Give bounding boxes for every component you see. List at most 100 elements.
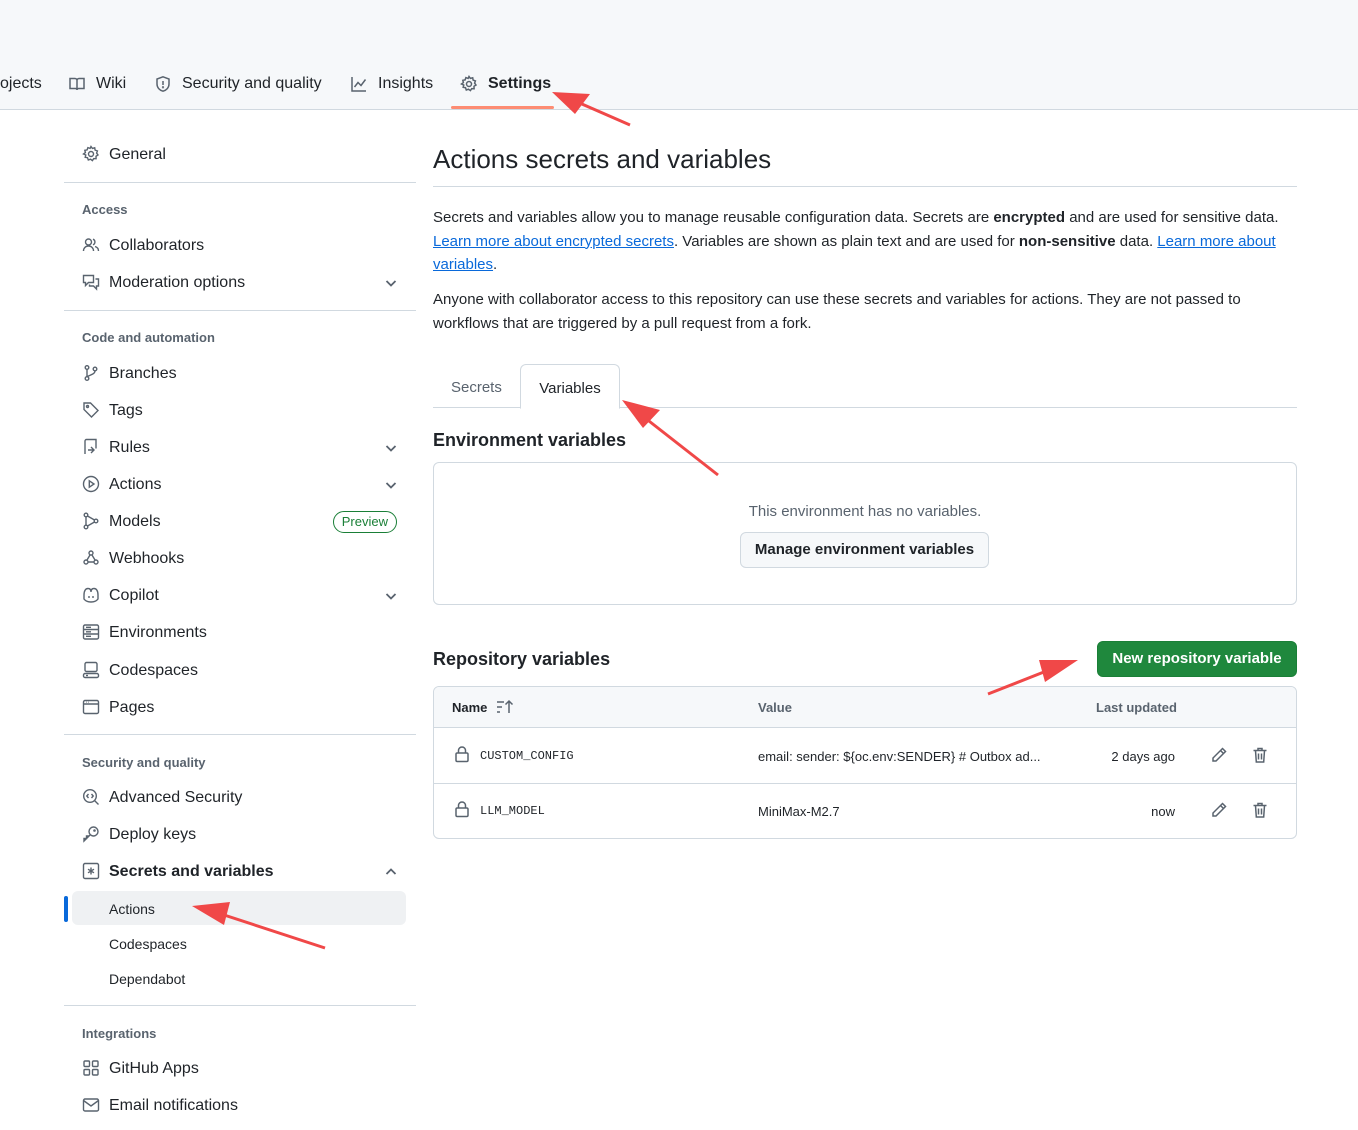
text: . Variables are shown as plain text and … — [673, 232, 1019, 250]
divider — [64, 182, 416, 183]
play-icon — [82, 475, 100, 493]
tab-variables[interactable]: Variables — [520, 364, 620, 409]
sidebar-item-github-apps[interactable]: GitHub Apps — [64, 1053, 416, 1085]
column-header-last-updated: Last updated — [1096, 700, 1177, 715]
table-header: Name Value Last updated — [434, 687, 1296, 728]
new-repository-variable-button[interactable]: New repository variable — [1097, 641, 1297, 677]
tab-security-and-quality[interactable]: Security and quality — [154, 70, 322, 98]
sidebar-item-label: Secrets and variables — [109, 863, 274, 880]
sidebar-item-models[interactable]: Models Preview — [64, 506, 416, 538]
sidebar-subitem-dependabot[interactable]: Dependabot — [72, 961, 406, 995]
sidebar-item-secrets-and-variables[interactable]: Secrets and variables — [64, 856, 416, 888]
sidebar-item-webhooks[interactable]: Webhooks — [64, 543, 416, 575]
sidebar-subitem-label: Codespaces — [109, 936, 187, 952]
section-heading-code-and-automation: Code and automation — [82, 330, 215, 345]
section-heading-integrations: Integrations — [82, 1026, 157, 1041]
environment-variables-box: This environment has no variables. Manag… — [433, 462, 1297, 605]
tab-security-label: Security and quality — [182, 75, 322, 92]
variable-name: LLM_MODEL — [480, 804, 545, 818]
copilot-icon — [82, 586, 100, 604]
sidebar-item-label: Models — [109, 513, 161, 530]
repository-variables-table: Name Value Last updated CUSTOM_CONFIG em… — [433, 686, 1297, 839]
sidebar-item-deploy-keys[interactable]: Deploy keys — [64, 819, 416, 851]
apps-icon — [82, 1059, 100, 1077]
tab-insights[interactable]: Insights — [350, 70, 433, 98]
gear-icon — [82, 145, 100, 163]
lock-icon — [453, 745, 471, 763]
trash-icon[interactable] — [1251, 801, 1269, 819]
section-heading-access: Access — [82, 202, 128, 217]
learn-more-secrets-link[interactable]: Learn more about encrypted secrets — [433, 233, 674, 250]
sidebar-item-pages[interactable]: Pages — [64, 692, 416, 724]
sidebar-item-environments[interactable]: Environments — [64, 617, 416, 649]
chevron-down-icon[interactable] — [384, 478, 398, 492]
people-icon — [82, 236, 100, 254]
key-icon — [82, 825, 100, 843]
sidebar-item-moderation-options[interactable]: Moderation options — [64, 267, 416, 299]
table-row: CUSTOM_CONFIG email: sender: ${oc.env:SE… — [434, 729, 1296, 784]
tab-wiki[interactable]: Wiki — [68, 70, 126, 98]
sidebar-item-label: Webhooks — [109, 550, 185, 567]
sidebar-item-label: Email notifications — [109, 1097, 238, 1114]
shield-icon — [156, 76, 170, 92]
chevron-down-icon[interactable] — [384, 589, 398, 603]
sidebar-item-label: GitHub Apps — [109, 1060, 199, 1077]
sidebar-subitem-label: Actions — [109, 901, 155, 917]
pencil-icon[interactable] — [1210, 746, 1228, 764]
trash-icon[interactable] — [1251, 746, 1269, 764]
sidebar-item-branches[interactable]: Branches — [64, 358, 416, 390]
tab-secrets[interactable]: Secrets — [451, 364, 502, 408]
sidebar-subitem-codespaces[interactable]: Codespaces — [72, 926, 406, 960]
environment-variables-heading: Environment variables — [433, 430, 627, 450]
sidebar-item-tags[interactable]: Tags — [64, 395, 416, 427]
server-icon — [82, 623, 100, 641]
chevron-up-icon[interactable] — [384, 865, 398, 879]
section-heading-security-and-quality: Security and quality — [82, 755, 206, 770]
text: and are used for sensitive data. — [1065, 209, 1279, 226]
sidebar-item-advanced-security[interactable]: Advanced Security — [64, 782, 416, 814]
active-indicator — [64, 896, 68, 922]
tab-settings[interactable]: Settings — [460, 70, 551, 98]
preview-badge: Preview — [332, 511, 397, 533]
sidebar-subitem-actions[interactable]: Actions — [72, 891, 406, 925]
variable-updated: now — [1151, 804, 1175, 819]
empty-state-message: This environment has no variables. — [748, 503, 982, 520]
sidebar-item-label: Rules — [109, 439, 150, 456]
sidebar-item-label: Moderation options — [109, 274, 246, 291]
sidebar-item-rules[interactable]: Rules — [64, 432, 416, 464]
tab-insights-label: Insights — [378, 75, 434, 92]
sidebar-item-collaborators[interactable]: Collaborators — [64, 230, 416, 262]
variable-value: email: sender: ${oc.env:SENDER} # Outbox… — [758, 749, 1041, 764]
sidebar-item-label: Deploy keys — [109, 826, 197, 843]
graph-icon — [351, 77, 367, 92]
sidebar-item-label: Environments — [109, 624, 207, 641]
repo-push-icon — [82, 438, 100, 456]
divider — [64, 1005, 416, 1006]
sort-ascending-icon[interactable] — [496, 699, 514, 715]
sidebar-item-label: Actions — [109, 476, 162, 493]
sidebar-item-actions[interactable]: Actions — [64, 469, 416, 501]
lock-icon — [453, 800, 471, 818]
sidebar-item-codespaces[interactable]: Codespaces — [64, 655, 416, 687]
repository-variables-heading: Repository variables — [433, 649, 611, 669]
pencil-icon[interactable] — [1210, 801, 1228, 819]
sidebar-item-label: Copilot — [109, 587, 159, 604]
variable-name: CUSTOM_CONFIG — [480, 749, 574, 763]
sidebar-item-label: Tags — [109, 402, 143, 419]
column-header-name[interactable]: Name — [452, 700, 487, 715]
chevron-down-icon[interactable] — [384, 441, 398, 455]
sidebar-item-copilot[interactable]: Copilot — [64, 580, 416, 612]
manage-environment-variables-button[interactable]: Manage environment variables — [740, 532, 989, 568]
selected-tab-underline — [451, 106, 554, 109]
tab-wiki-label: Wiki — [96, 75, 127, 92]
asterisk-box-icon — [82, 862, 100, 880]
sidebar-item-general[interactable]: General — [64, 139, 416, 171]
secrets-variables-tabs: Secrets Variables — [433, 364, 1297, 409]
table-row: LLM_MODEL MiniMax-M2.7 now — [434, 784, 1296, 838]
chevron-down-icon[interactable] — [384, 276, 398, 290]
sidebar-item-email-notifications[interactable]: Email notifications — [64, 1090, 416, 1122]
collaborator-note: Anyone with collaborator access to this … — [433, 291, 1241, 332]
tab-projects[interactable]: ojects — [0, 70, 42, 98]
variable-updated: 2 days ago — [1111, 749, 1175, 764]
codespaces-icon — [82, 661, 100, 679]
